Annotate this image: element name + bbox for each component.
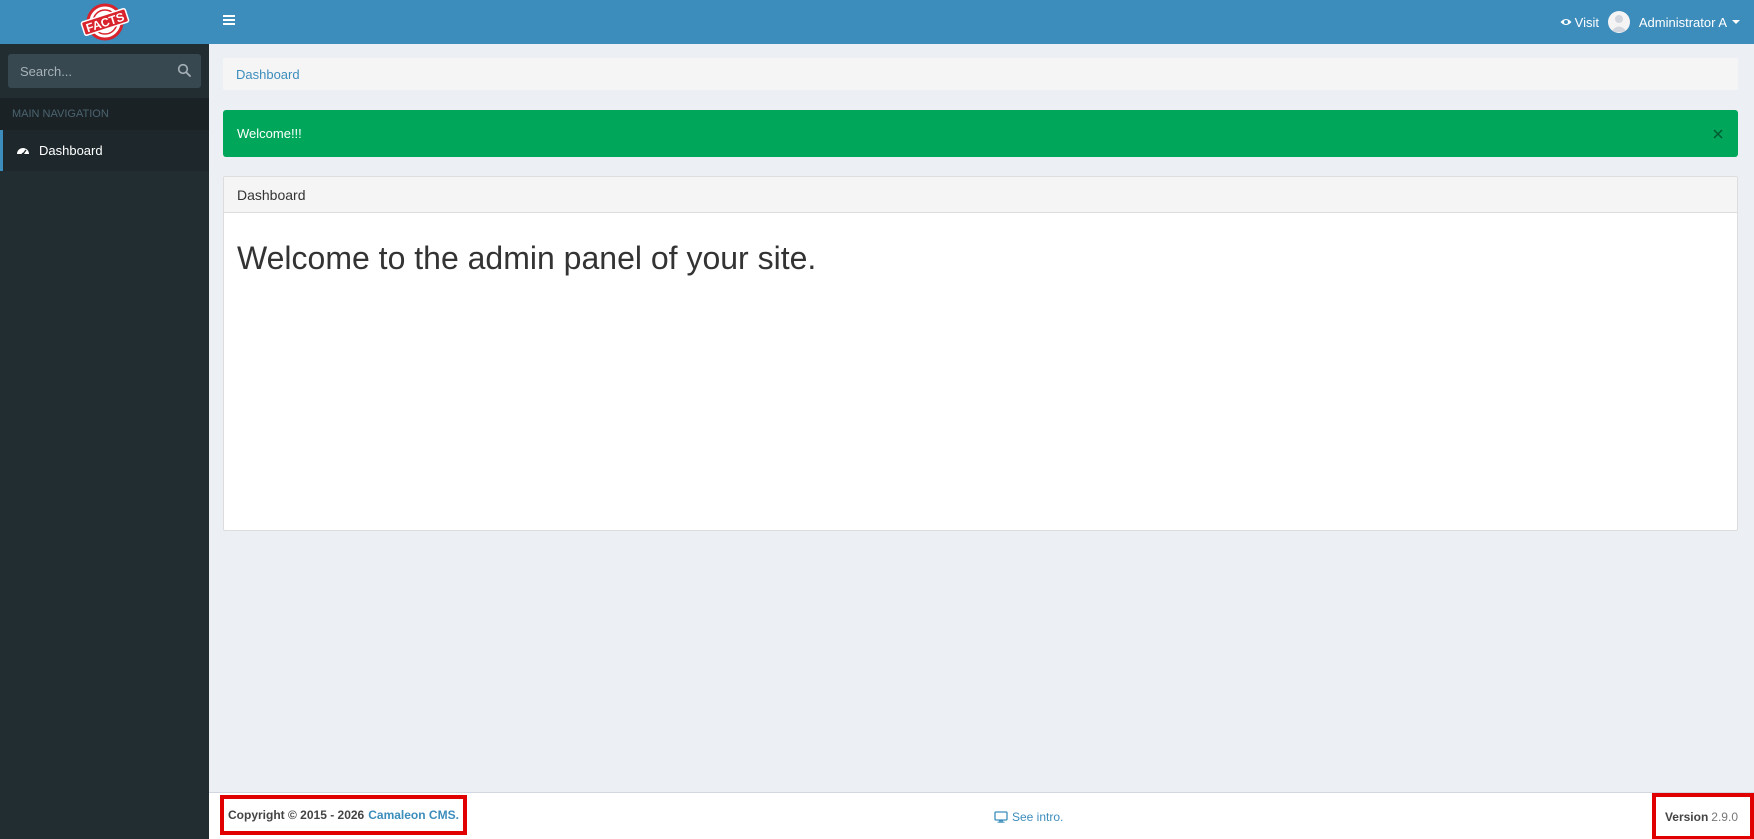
copyright-prefix: Copyright © 2015 - 2026 [228,808,365,822]
sidebar-search [8,54,201,88]
version-number: 2.9.0 [1711,809,1738,824]
visit-label: Visit [1574,14,1599,30]
main-content: Dashboard Welcome!!! Dashboard Welcome t… [223,58,1738,531]
camaleon-cms-link[interactable]: Camaleon CMS. [368,808,459,822]
facts-logo[interactable]: FACTS [78,2,132,42]
monitor-icon [994,810,1008,823]
user-menu-dropdown[interactable]: Administrator A [1607,0,1740,44]
alert-message: Welcome!!! [237,126,302,141]
version-label: Version [1664,809,1709,824]
dashboard-icon [16,144,30,158]
search-icon[interactable] [177,63,193,79]
footer: Copyright © 2015 - 2026 Camaleon CMS. Se… [209,792,1754,839]
caret-down-icon [1732,20,1740,24]
topbar: Visit Administrator A [209,0,1754,44]
breadcrumb-dashboard-link[interactable]: Dashboard [236,67,300,82]
logo-area[interactable]: FACTS [0,0,209,44]
hamburger-menu-icon[interactable] [223,14,237,28]
see-intro-link[interactable]: See intro. [994,793,1063,839]
panel-title: Dashboard [224,177,1737,213]
intro-label: See intro. [1012,809,1064,824]
nav-header: MAIN NAVIGATION [0,98,209,130]
sidebar: FACTS MAIN NAVIGATION Dashboard [0,0,209,839]
breadcrumb: Dashboard [223,58,1738,90]
user-name: Administrator A [1638,14,1727,30]
welcome-heading: Welcome to the admin panel of your site. [237,240,817,276]
search-input[interactable] [8,54,201,88]
avatar [1607,11,1630,33]
close-icon[interactable] [1712,128,1724,140]
dashboard-panel: Dashboard Welcome to the admin panel of … [223,176,1738,531]
welcome-alert: Welcome!!! [223,110,1738,157]
sidebar-item-label: Dashboard [39,143,103,158]
visit-site-link[interactable]: Visit [1560,0,1599,44]
eye-icon [1560,17,1572,27]
sidebar-item-dashboard[interactable]: Dashboard [0,130,209,171]
panel-body: Welcome to the admin panel of your site. [224,213,1737,304]
version-info: Version 2.9.0 [1652,793,1754,839]
copyright-text: Copyright © 2015 - 2026 Camaleon CMS. [220,795,467,835]
